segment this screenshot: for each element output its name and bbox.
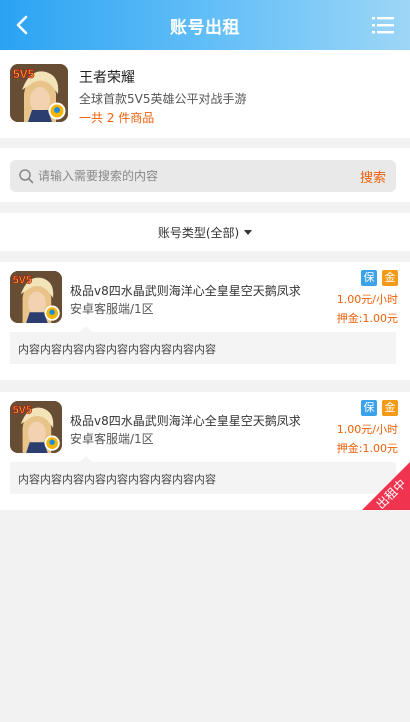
notch-arrow (80, 456, 92, 462)
item-server: 安卓客服端/1区 (70, 432, 154, 446)
notch-arrow (80, 326, 92, 332)
renting-status-tag: 出租中 (362, 462, 410, 510)
game-description: 全球首款5V5英雄公平对战手游 (79, 92, 247, 106)
gold-badge: 金 (382, 400, 398, 416)
search-section: 搜索 (0, 148, 410, 202)
item-price: 1.00元/小时 (336, 423, 398, 436)
game-logo-text: 5V5 (13, 275, 32, 287)
top-navigation-bar: 账号出租 (0, 0, 410, 50)
game-logo-icon: 5V5 (10, 271, 62, 323)
game-logo-icon: 5V5 (10, 401, 62, 453)
account-type-filter[interactable]: 账号类型(全部) (0, 213, 410, 251)
search-box: 搜索 (10, 160, 396, 192)
item-server: 安卓客服端/1区 (70, 302, 154, 316)
item-count: 一共 2 件商品 (79, 111, 155, 125)
filter-label: 账号类型(全部) (157, 225, 240, 240)
item-title: 极品v8四水晶武则海洋心全皇星空天鹅凤求 (70, 284, 301, 298)
item-content-box: 内容内容内容内容内容内容内容内容内容 (10, 326, 396, 364)
search-icon (19, 169, 34, 184)
page-title: 账号出租 (170, 17, 240, 38)
item-price: 1.00元/小时 (336, 293, 398, 306)
game-info-card: 5V5 王者荣耀 全球首款5V5英雄公平对战手游 一共 2 件商品 (0, 50, 410, 138)
list-item[interactable]: 5V5 极品v8四水晶武则海洋心全皇星空天鹅凤求 安卓客服端/1区 保 金 1.… (0, 392, 410, 510)
list-menu-icon[interactable] (372, 15, 394, 35)
game-logo-icon: 5V5 (10, 64, 68, 122)
item-title: 极品v8四水晶武则海洋心全皇星空天鹅凤求 (70, 414, 301, 428)
list-item[interactable]: 5V5 极品v8四水晶武则海洋心全皇星空天鹅凤求 安卓客服端/1区 保 金 1.… (0, 262, 410, 380)
item-content: 内容内容内容内容内容内容内容内容内容 (18, 473, 216, 486)
guarantee-badge: 保 (361, 400, 377, 416)
search-input[interactable] (38, 160, 338, 192)
guarantee-badge: 保 (361, 270, 377, 286)
caret-down-icon (244, 229, 253, 235)
search-button[interactable]: 搜索 (360, 167, 386, 186)
item-content-box: 内容内容内容内容内容内容内容内容内容 (10, 456, 396, 494)
item-deposit: 押金:1.00元 (336, 312, 398, 325)
back-arrow-icon[interactable] (10, 12, 36, 38)
game-logo-text: 5V5 (13, 405, 32, 417)
item-content: 内容内容内容内容内容内容内容内容内容 (18, 343, 216, 356)
game-name: 王者荣耀 (79, 70, 135, 86)
gold-badge: 金 (382, 270, 398, 286)
game-logo-text: 5V5 (13, 67, 35, 81)
